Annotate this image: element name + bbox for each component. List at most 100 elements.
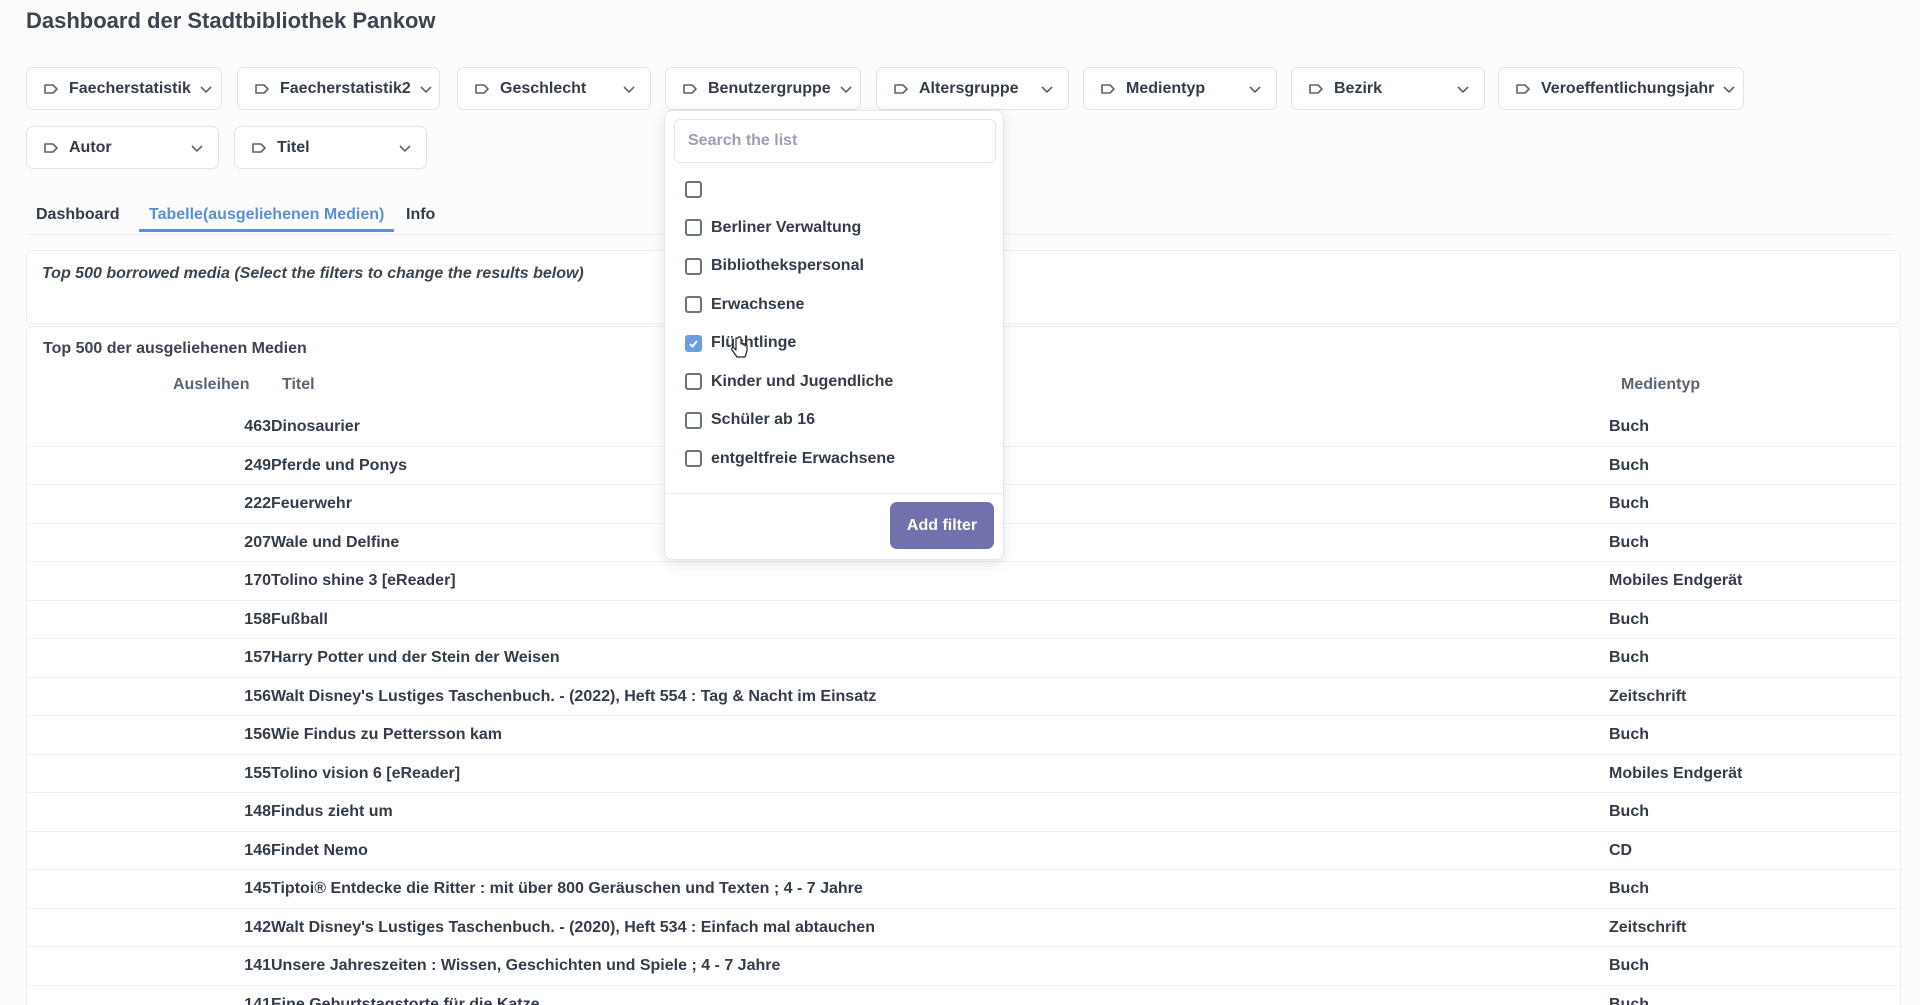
cell-titel: Dinosaurier <box>271 418 360 435</box>
filter-faecherstatistik[interactable]: Faecherstatistik <box>26 67 222 110</box>
table-title: Top 500 der ausgeliehenen Medien <box>43 340 307 357</box>
table-row: 170 Tolino shine 3 [eReader] Mobiles Endge… <box>27 562 1902 601</box>
cell-medientyp: Buch <box>1609 456 1649 474</box>
cell-titel: Wie Findus zu Pettersson kam <box>271 726 503 743</box>
cell-ausleihen: 157 <box>244 649 271 666</box>
table-row: 146 Findet Nemo CD <box>27 832 1902 870</box>
option-label: Kinder und Jugendliche <box>711 372 894 390</box>
tag-icon <box>1308 81 1324 97</box>
column-header-ausleihen[interactable]: Ausleihen <box>173 376 249 394</box>
cell-ausleihen: 156 <box>244 726 271 743</box>
cell-titel: Findet Nemo <box>271 841 368 859</box>
option-checkbox[interactable] <box>685 373 702 390</box>
tag-icon <box>1100 81 1116 97</box>
chevron-down-icon <box>622 82 636 96</box>
tag-icon <box>474 81 490 97</box>
column-header-medientyp[interactable]: Medientyp <box>1621 376 1700 394</box>
filter-geschlecht[interactable]: Geschlecht <box>457 67 651 110</box>
option-item[interactable] <box>685 176 711 202</box>
option-checkbox[interactable] <box>685 334 702 352</box>
filter-titel[interactable]: Titel <box>234 126 427 169</box>
cell-medientyp: Buch <box>1609 880 1649 897</box>
option-item[interactable]: Berliner Verwaltung <box>685 215 861 241</box>
filter-bezirk[interactable]: Bezirk <box>1291 67 1485 110</box>
tag-icon <box>254 81 270 97</box>
cell-titel: Wale und Delfine <box>271 533 400 551</box>
option-item[interactable]: Schüler ab 16 <box>685 407 815 433</box>
filter-label: Geschlecht <box>500 79 587 97</box>
chevron-down-icon <box>398 141 412 155</box>
tag-icon <box>893 81 909 97</box>
option-item[interactable]: Bibliothekspersonal <box>685 253 864 279</box>
option-item[interactable]: Erwachsene <box>685 292 804 318</box>
cell-ausleihen: 156 <box>244 687 271 705</box>
chevron-down-icon <box>199 82 213 96</box>
filter-label: Altersgruppe <box>919 79 1019 97</box>
search-input[interactable] <box>674 119 996 163</box>
cell-titel: Tolino vision 6 [eReader] <box>271 764 461 782</box>
option-checkbox[interactable] <box>685 411 702 429</box>
tag-icon <box>251 140 267 156</box>
page-title: Dashboard der Stadtbibliothek Pankow <box>26 8 436 33</box>
chevron-down-icon <box>190 141 204 155</box>
cell-medientyp: Buch <box>1609 995 1649 1005</box>
table-row: 156 Walt Disney's Lustiges Taschenbuch. -… <box>27 678 1902 716</box>
option-checkbox[interactable] <box>685 180 702 198</box>
tag-icon <box>43 81 59 97</box>
cell-ausleihen: 158 <box>244 610 271 628</box>
option-checkbox[interactable] <box>685 257 702 275</box>
filter-label: Benutzergruppe <box>708 79 831 97</box>
tab-info[interactable]: Info <box>396 206 445 232</box>
table-row: 145 Tiptoi® Entdecke die Ritter : mit übe… <box>27 870 1902 909</box>
option-item[interactable]: entgeltfreie Erwachsene <box>685 446 895 472</box>
cell-ausleihen: 142 <box>244 918 271 936</box>
cell-ausleihen: 145 <box>244 880 271 897</box>
filter-label: Veroeffentlichungsjahr <box>1541 79 1715 97</box>
filter-altersgruppe[interactable]: Altersgruppe <box>876 67 1069 110</box>
cell-medientyp: Buch <box>1609 957 1649 974</box>
add-filter-button[interactable]: Add filter <box>890 502 994 549</box>
table-row: 142 Walt Disney's Lustiges Taschenbuch. -… <box>27 909 1902 947</box>
filter-benutzergruppe[interactable]: Benutzergruppe <box>665 67 861 110</box>
cell-medientyp: Buch <box>1609 533 1649 551</box>
option-item[interactable]: Kinder und Jugendliche <box>685 369 893 395</box>
cell-titel: Walt Disney's Lustiges Taschenbuch. - (2… <box>271 687 877 705</box>
cell-ausleihen: 207 <box>244 533 271 551</box>
cell-ausleihen: 148 <box>244 803 271 820</box>
cell-titel: Eine Geburtstagstorte für die Katze <box>271 995 540 1005</box>
option-label: entgeltfreie Erwachsene <box>711 449 896 467</box>
filter-label: Faecherstatistik <box>69 79 191 97</box>
chevron-down-icon <box>1722 82 1736 96</box>
table-row: 141 Unsere Jahreszeiten : Wissen, Geschic… <box>27 947 1902 986</box>
option-checkbox[interactable] <box>685 296 702 313</box>
option-checkbox[interactable] <box>685 450 702 467</box>
cell-ausleihen: 141 <box>244 957 271 974</box>
chevron-down-icon <box>1040 82 1054 96</box>
cell-ausleihen: 146 <box>244 841 271 859</box>
option-label: Schüler ab 16 <box>711 411 816 428</box>
table-row: 148 Findus zieht um Buch <box>27 793 1902 832</box>
filter-faecherstatistik2[interactable]: Faecherstatistik2 <box>237 67 440 110</box>
cell-medientyp: Mobiles Endgerät <box>1609 764 1743 782</box>
cell-titel: Tolino shine 3 [eReader] <box>271 572 456 589</box>
tag-icon <box>1515 81 1531 97</box>
cell-titel: Harry Potter und der Stein der Weisen <box>271 649 560 666</box>
column-header-titel[interactable]: Titel <box>282 376 315 394</box>
filter-medientyp[interactable]: Medientyp <box>1083 67 1277 110</box>
table-row: 158 Fußball Buch <box>27 601 1902 639</box>
option-checkbox[interactable] <box>685 219 702 236</box>
cell-medientyp: Buch <box>1609 726 1649 743</box>
check-icon <box>689 339 698 348</box>
benutzergruppe-dropdown: Berliner Verwaltung Bibliothekspersonal Er… <box>664 110 1004 560</box>
chevron-down-icon <box>1248 82 1262 96</box>
table-row: 156 Wie Findus zu Pettersson kam Buch <box>27 716 1902 755</box>
filter-veroeffentlichungsjahr[interactable]: Veroeffentlichungsjahr <box>1498 67 1744 110</box>
tab-tabelle[interactable]: Tabelle(ausgeliehenen Medien) <box>139 206 395 232</box>
cell-titel: Fußball <box>271 610 328 628</box>
cell-medientyp: Buch <box>1609 418 1649 435</box>
cell-medientyp: Mobiles Endgerät <box>1609 572 1743 589</box>
filter-autor[interactable]: Autor <box>26 126 219 169</box>
chevron-down-icon <box>839 82 853 96</box>
tab-dashboard[interactable]: Dashboard <box>26 206 130 232</box>
tag-icon <box>682 81 698 97</box>
